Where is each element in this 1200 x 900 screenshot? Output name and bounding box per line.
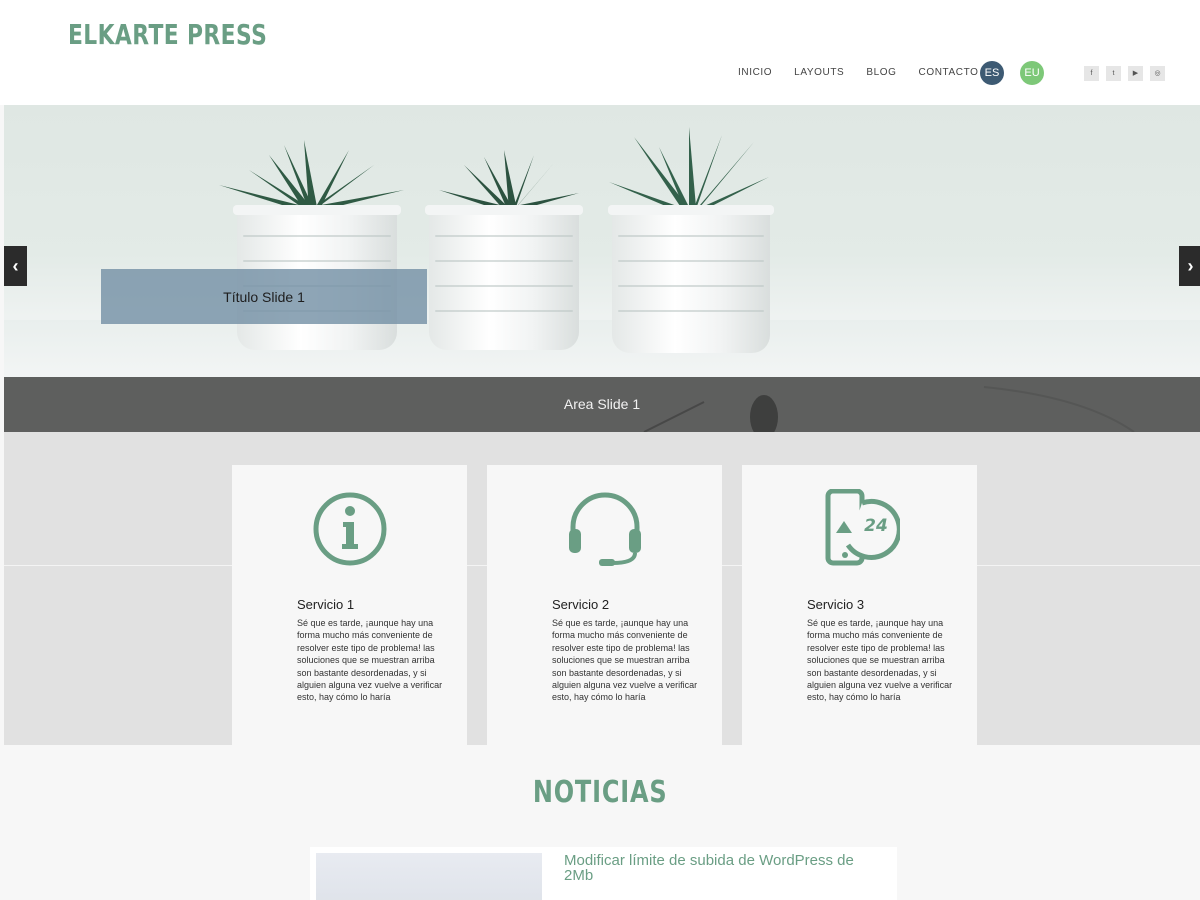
site-header: ELKARTE PRESS INICIO LAYOUTS BLOG CONTAC… — [0, 0, 1200, 105]
facebook-icon[interactable]: f — [1084, 66, 1099, 81]
nav-item-inicio[interactable]: INICIO — [738, 67, 772, 78]
plant-leaves-3 — [609, 127, 769, 213]
language-es-button[interactable]: ES — [980, 61, 1004, 85]
news-section-title: NOTICIAS — [0, 775, 1200, 810]
service-title: Servicio 2 — [552, 597, 610, 612]
news-item-title-link[interactable]: Modificar límite de subida de WordPress … — [564, 853, 884, 883]
slider-prev-button[interactable]: ‹ — [4, 246, 27, 286]
page: ELKARTE PRESS INICIO LAYOUTS BLOG CONTAC… — [0, 0, 1200, 900]
service-description: Sé que es tarde, ¡aunque hay una forma m… — [552, 618, 698, 703]
nav-item-layouts[interactable]: LAYOUTS — [794, 67, 844, 78]
news-title-text: NOTICIAS — [532, 775, 668, 810]
slide-area-strip: Area Slide 1 — [4, 377, 1200, 432]
service-card-3: 24 Servicio 3 Sé que es tarde, ¡aunque h… — [742, 465, 977, 745]
site-logo[interactable]: ELKARTE PRESS — [68, 18, 267, 51]
info-circle-icon — [313, 492, 387, 566]
instagram-icon[interactable]: ◎ — [1150, 66, 1165, 81]
plant-leaves-1 — [219, 140, 404, 211]
nav-item-contacto[interactable]: CONTACTO — [919, 67, 979, 78]
plant-pot-3 — [608, 205, 774, 353]
news-thumbnail[interactable] — [316, 853, 542, 900]
service-description: Sé que es tarde, ¡aunque hay una forma m… — [297, 618, 443, 703]
phone-24h-icon: 24 — [825, 489, 900, 566]
hero-shelf — [4, 320, 1200, 377]
service-title: Servicio 1 — [297, 597, 355, 612]
main-nav: INICIO LAYOUTS BLOG CONTACTO — [738, 67, 1001, 78]
hero-slider: ‹ › — [4, 105, 1200, 377]
youtube-icon[interactable]: ▶ — [1128, 66, 1143, 81]
nav-item-blog[interactable]: BLOG — [866, 67, 896, 78]
headset-icon — [569, 492, 641, 566]
service-description: Sé que es tarde, ¡aunque hay una forma m… — [807, 618, 953, 703]
tumblr-icon[interactable]: t — [1106, 66, 1121, 81]
service-card-2: Servicio 2 Sé que es tarde, ¡aunque hay … — [487, 465, 722, 745]
plant-pot-2 — [425, 205, 583, 350]
slide-area-label: Area Slide 1 — [563, 396, 641, 412]
service-title: Servicio 3 — [807, 597, 865, 612]
phone-24h-icon-text: 24 — [864, 516, 888, 536]
slide-title: Título Slide 1 — [101, 269, 427, 324]
slider-next-button[interactable]: › — [1179, 246, 1200, 286]
language-eu-button[interactable]: EU — [1020, 61, 1044, 85]
slide-title-text: Título Slide 1 — [223, 288, 305, 305]
service-card-1: Servicio 1 Sé que es tarde, ¡aunque hay … — [232, 465, 467, 745]
